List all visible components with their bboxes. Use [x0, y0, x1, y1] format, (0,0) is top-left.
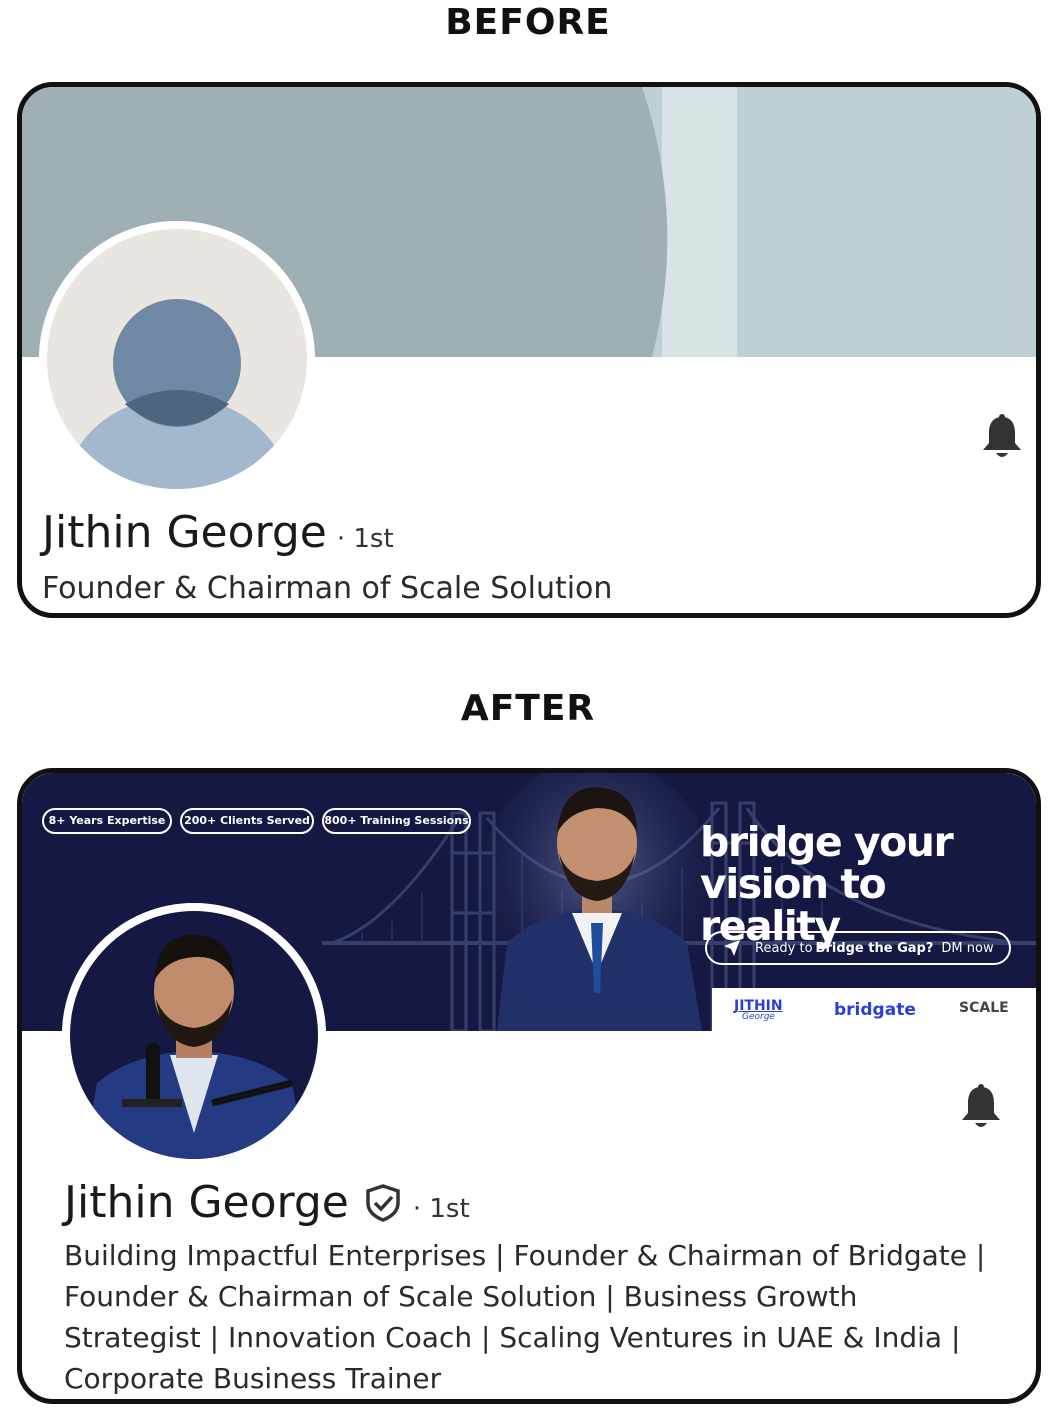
scale-logo: SCALE [959, 1000, 1009, 1016]
send-icon [724, 940, 740, 956]
cta-bold: Bridge the Gap? [815, 940, 934, 956]
profile-photo [62, 903, 326, 1167]
headline-line: Building Impactful Enterprises | Founder… [64, 1239, 986, 1272]
logo-strip: JITHIN George bridgate SCALE [712, 988, 1036, 1032]
headline-line: Founder & Chairman of Scale Solution | B… [64, 1280, 858, 1313]
headline-line: Strategist | Innovation Coach | Scaling … [64, 1321, 961, 1354]
verified-shield-icon[interactable] [363, 1183, 403, 1223]
stat-pill-experience: 8+ Years Expertise [42, 808, 172, 834]
bell-icon[interactable] [959, 1083, 1003, 1131]
stat-pill-sessions: 800+ Training Sessions [322, 808, 471, 834]
banner-portrait [477, 773, 717, 1031]
profile-name[interactable]: Jithin George [64, 1177, 349, 1228]
before-heading: BEFORE [445, 2, 611, 43]
before-profile-card: Jithin George · 1st Founder & Chairman o… [17, 82, 1041, 618]
bell-icon[interactable] [980, 413, 1024, 461]
profile-headline: Building Impactful Enterprises | Founder… [64, 1235, 985, 1399]
profile-name[interactable]: Jithin George [42, 507, 327, 558]
bridgate-logo: bridgate [834, 1000, 916, 1020]
after-name-row: Jithin George · 1st [64, 1177, 470, 1228]
profile-headline: Founder & Chairman of Scale Solution [42, 571, 613, 606]
after-avatar[interactable] [62, 903, 326, 1167]
cta-prefix: Ready to [755, 940, 813, 956]
headline-line: Corporate Business Trainer [64, 1362, 442, 1395]
cta-suffix: DM now [941, 940, 994, 956]
connection-degree: · 1st [412, 1194, 470, 1224]
after-heading: AFTER [460, 688, 596, 729]
after-profile-card: 8+ Years Expertise 200+ Clients Served 8… [17, 768, 1041, 1404]
before-avatar[interactable] [39, 221, 315, 497]
connection-degree: · 1st [336, 524, 394, 554]
banner-tagline-line1: bridge your [700, 818, 954, 866]
before-name-row: Jithin George · 1st [42, 507, 394, 558]
default-avatar-icon [39, 221, 315, 497]
jithin-logo-script: George [742, 1012, 775, 1022]
stat-pill-clients: 200+ Clients Served [180, 808, 314, 834]
dm-cta[interactable]: Ready to Bridge the Gap? DM now [705, 931, 1011, 965]
